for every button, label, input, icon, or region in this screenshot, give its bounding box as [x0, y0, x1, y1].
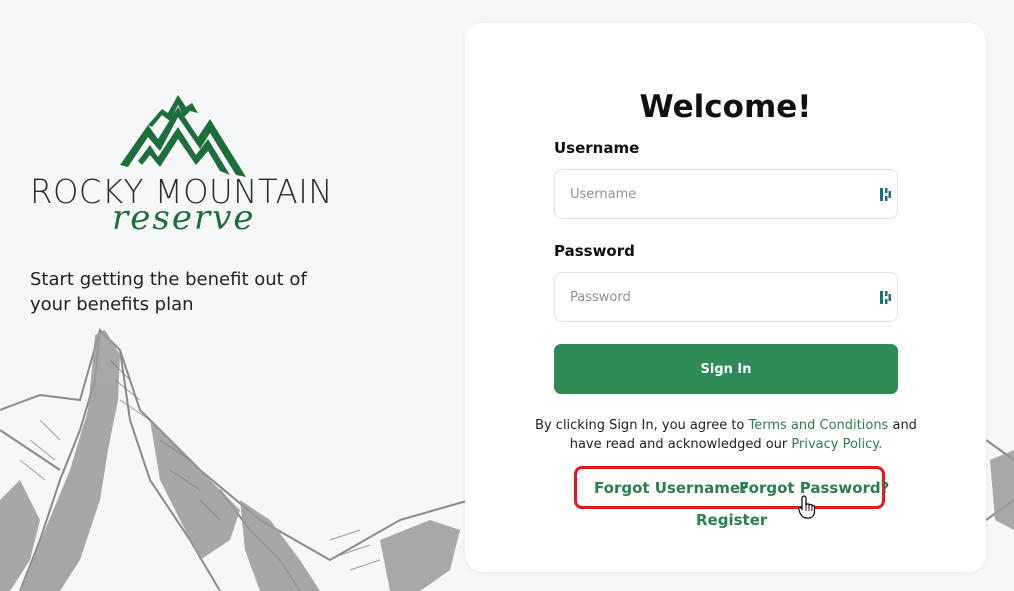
mountain-peaks-icon	[120, 95, 246, 177]
hand-cursor-icon	[798, 495, 816, 519]
sign-in-button[interactable]: Sign In	[554, 344, 898, 394]
password-manager-icon[interactable]	[880, 187, 892, 202]
legal-prefix: By clicking Sign In, you agree to	[535, 418, 749, 433]
privacy-policy-link[interactable]: Privacy Policy.	[791, 437, 882, 452]
login-card: Welcome! Username Password Sign In By cl…	[465, 23, 986, 572]
password-input[interactable]	[555, 273, 897, 321]
username-input[interactable]	[555, 170, 897, 218]
brand-logo: ROCKY MOUNTAIN reserve	[30, 95, 340, 235]
forgot-username-link[interactable]: Forgot Username?	[594, 479, 749, 497]
password-label: Password	[554, 242, 635, 260]
password-manager-icon[interactable]	[880, 290, 892, 305]
brand-name: ROCKY MOUNTAIN	[30, 172, 333, 211]
tagline: Start getting the benefit out of your be…	[30, 269, 307, 315]
password-field-container	[554, 272, 898, 322]
register-link[interactable]: Register	[696, 511, 767, 529]
page-title: Welcome!	[639, 89, 812, 125]
terms-link[interactable]: Terms and Conditions	[749, 418, 889, 433]
username-label: Username	[554, 139, 640, 157]
username-field-container	[554, 169, 898, 219]
legal-notice: By clicking Sign In, you agree to Terms …	[535, 416, 917, 454]
